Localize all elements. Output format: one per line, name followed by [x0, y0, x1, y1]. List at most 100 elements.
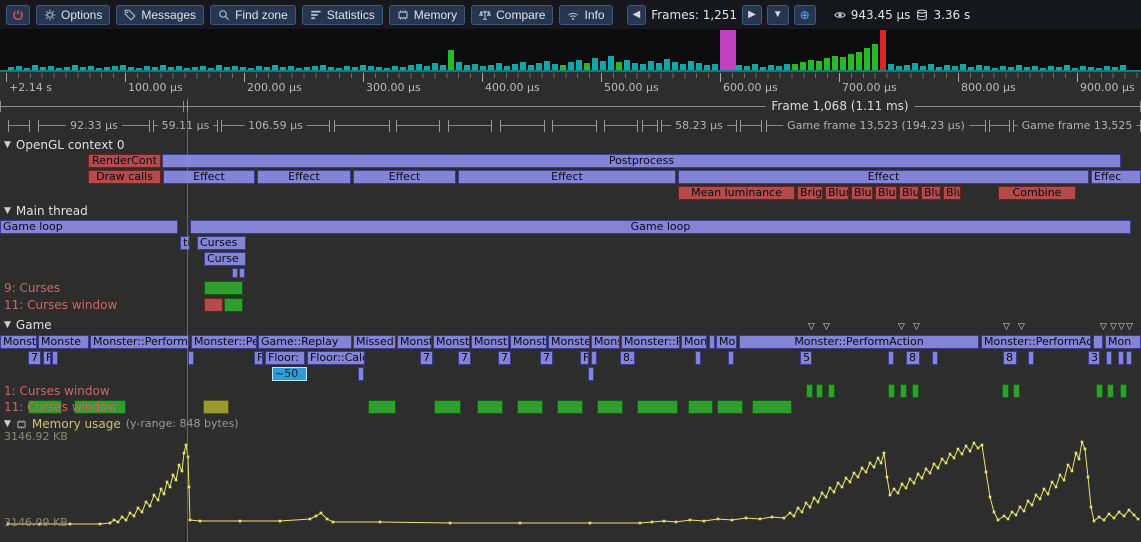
zone-bar[interactable]: Monst	[397, 335, 432, 349]
histogram-bar[interactable]	[336, 68, 342, 70]
zone-bar[interactable]: Curses	[197, 236, 246, 250]
histogram-bar[interactable]	[528, 65, 534, 70]
histogram-bar[interactable]	[1112, 67, 1118, 70]
histogram-bar[interactable]	[800, 62, 806, 70]
info-button[interactable]: Info	[559, 5, 612, 25]
frame-mark[interactable]	[448, 120, 492, 132]
histogram-bar[interactable]	[72, 65, 78, 70]
zone-bar[interactable]: Monst	[471, 335, 509, 349]
histogram-bar[interactable]	[624, 60, 630, 70]
histogram-bar[interactable]	[344, 66, 350, 70]
zone-bar[interactable]: 3	[1088, 351, 1100, 365]
zone-bar[interactable]	[1126, 351, 1132, 365]
histogram-bar[interactable]	[792, 64, 798, 70]
statistics-button[interactable]: Statistics	[302, 5, 383, 25]
histogram-bar[interactable]	[480, 66, 486, 70]
histogram-bar[interactable]	[888, 64, 894, 70]
histogram-bar[interactable]	[464, 65, 470, 70]
collapse-icon[interactable]: ▼	[4, 417, 11, 431]
histogram-bar[interactable]	[952, 66, 958, 70]
zone-bar[interactable]: ~50	[272, 367, 307, 381]
frame-histogram[interactable]	[0, 29, 1141, 71]
histogram-bar[interactable]	[120, 65, 126, 70]
histogram-bar[interactable]	[648, 61, 654, 70]
histogram-bar[interactable]	[272, 65, 278, 70]
histogram-bar[interactable]	[720, 30, 728, 70]
histogram-bar[interactable]	[496, 63, 502, 70]
histogram-bar[interactable]	[144, 66, 150, 70]
zone-bar[interactable]: F	[580, 351, 589, 365]
zone-bar[interactable]: Monst	[433, 335, 470, 349]
histogram-bar[interactable]	[712, 64, 718, 70]
histogram-bar[interactable]	[168, 67, 174, 70]
zone-bar[interactable]	[828, 384, 835, 398]
histogram-bar[interactable]	[1016, 65, 1022, 70]
zone-bar[interactable]: Floor:	[265, 351, 305, 365]
histogram-bar[interactable]	[544, 61, 550, 70]
collapse-icon[interactable]: ▼	[4, 138, 11, 152]
zone-bar[interactable]	[597, 400, 623, 414]
histogram-bar[interactable]	[976, 65, 982, 70]
message-marker-icon[interactable]: ▽	[823, 323, 830, 332]
zone-bar[interactable]: Curse	[204, 252, 246, 266]
zone-bar[interactable]: Game loop	[0, 220, 178, 234]
zone-bar[interactable]: Monster::PerformActi	[981, 335, 1091, 349]
histogram-bar[interactable]	[488, 65, 494, 70]
zone-bar[interactable]	[1120, 384, 1127, 398]
histogram-bar[interactable]	[848, 54, 854, 70]
histogram-bar[interactable]	[568, 62, 574, 70]
message-marker-icon[interactable]: ▽	[1003, 323, 1010, 332]
histogram-bar[interactable]	[400, 67, 406, 70]
zone-bar[interactable]	[203, 400, 229, 414]
frame-mark[interactable]	[989, 120, 1010, 132]
histogram-bar[interactable]	[1064, 65, 1070, 70]
histogram-bar[interactable]	[1104, 66, 1110, 70]
messages-button[interactable]: Messages	[116, 5, 204, 25]
histogram-bar[interactable]	[64, 67, 70, 70]
zoom-to-frame-button[interactable]: ⊕	[794, 5, 816, 25]
histogram-bar[interactable]	[872, 44, 878, 70]
histogram-bar[interactable]	[200, 66, 206, 70]
histogram-bar[interactable]	[1040, 68, 1046, 70]
options-button[interactable]: Options	[36, 5, 110, 25]
frame-mark[interactable]	[500, 120, 545, 132]
histogram-bar[interactable]	[1080, 66, 1086, 70]
find-zone-button[interactable]: Find zone	[210, 5, 296, 25]
histogram-bar[interactable]	[456, 62, 462, 70]
histogram-bar[interactable]	[680, 64, 686, 70]
zone-bar[interactable]	[52, 351, 58, 365]
histogram-bar[interactable]	[1088, 67, 1094, 70]
zone-bar[interactable]: Brigh	[797, 186, 823, 200]
histogram-bar[interactable]	[360, 65, 366, 70]
frame-mark[interactable]	[334, 120, 390, 132]
frame-mark[interactable]: Game frame 13,525	[1013, 120, 1141, 132]
zone-bar[interactable]: Mean luminance	[678, 186, 795, 200]
histogram-bar[interactable]	[424, 66, 430, 70]
zone-bar[interactable]	[434, 400, 461, 414]
zone-bar[interactable]: 5	[800, 351, 812, 365]
memory-plot-svg[interactable]	[0, 437, 1141, 529]
zone-bar[interactable]: F	[254, 351, 263, 365]
message-marker-icon[interactable]: ▽	[1110, 323, 1117, 332]
zone-bar[interactable]	[204, 298, 223, 312]
histogram-bar[interactable]	[32, 65, 38, 70]
zone-bar[interactable]	[752, 400, 792, 414]
message-marker-icon[interactable]: ▽	[1126, 323, 1133, 332]
frame-mark[interactable]	[552, 120, 597, 132]
zone-bar[interactable]: Blur	[875, 186, 897, 200]
zone-bar[interactable]	[1093, 335, 1103, 349]
zone-bar[interactable]: Monster::PerformAction	[739, 335, 979, 349]
zone-bar[interactable]: Combine	[998, 186, 1076, 200]
zone-bar[interactable]	[1106, 351, 1112, 365]
zone-bar[interactable]	[932, 351, 938, 365]
histogram-bar[interactable]	[88, 66, 94, 70]
histogram-bar[interactable]	[752, 64, 758, 70]
zone-bar[interactable]: Monste	[38, 335, 89, 349]
zone-bar[interactable]: Monster::PerformA	[90, 335, 189, 349]
histogram-bar[interactable]	[248, 68, 254, 70]
histogram-bar[interactable]	[1120, 65, 1126, 70]
zone-bar[interactable]	[232, 268, 238, 278]
histogram-bar[interactable]	[392, 66, 398, 70]
zone-bar[interactable]: Mon	[1105, 335, 1141, 349]
zone-bar[interactable]: ti	[180, 236, 190, 250]
